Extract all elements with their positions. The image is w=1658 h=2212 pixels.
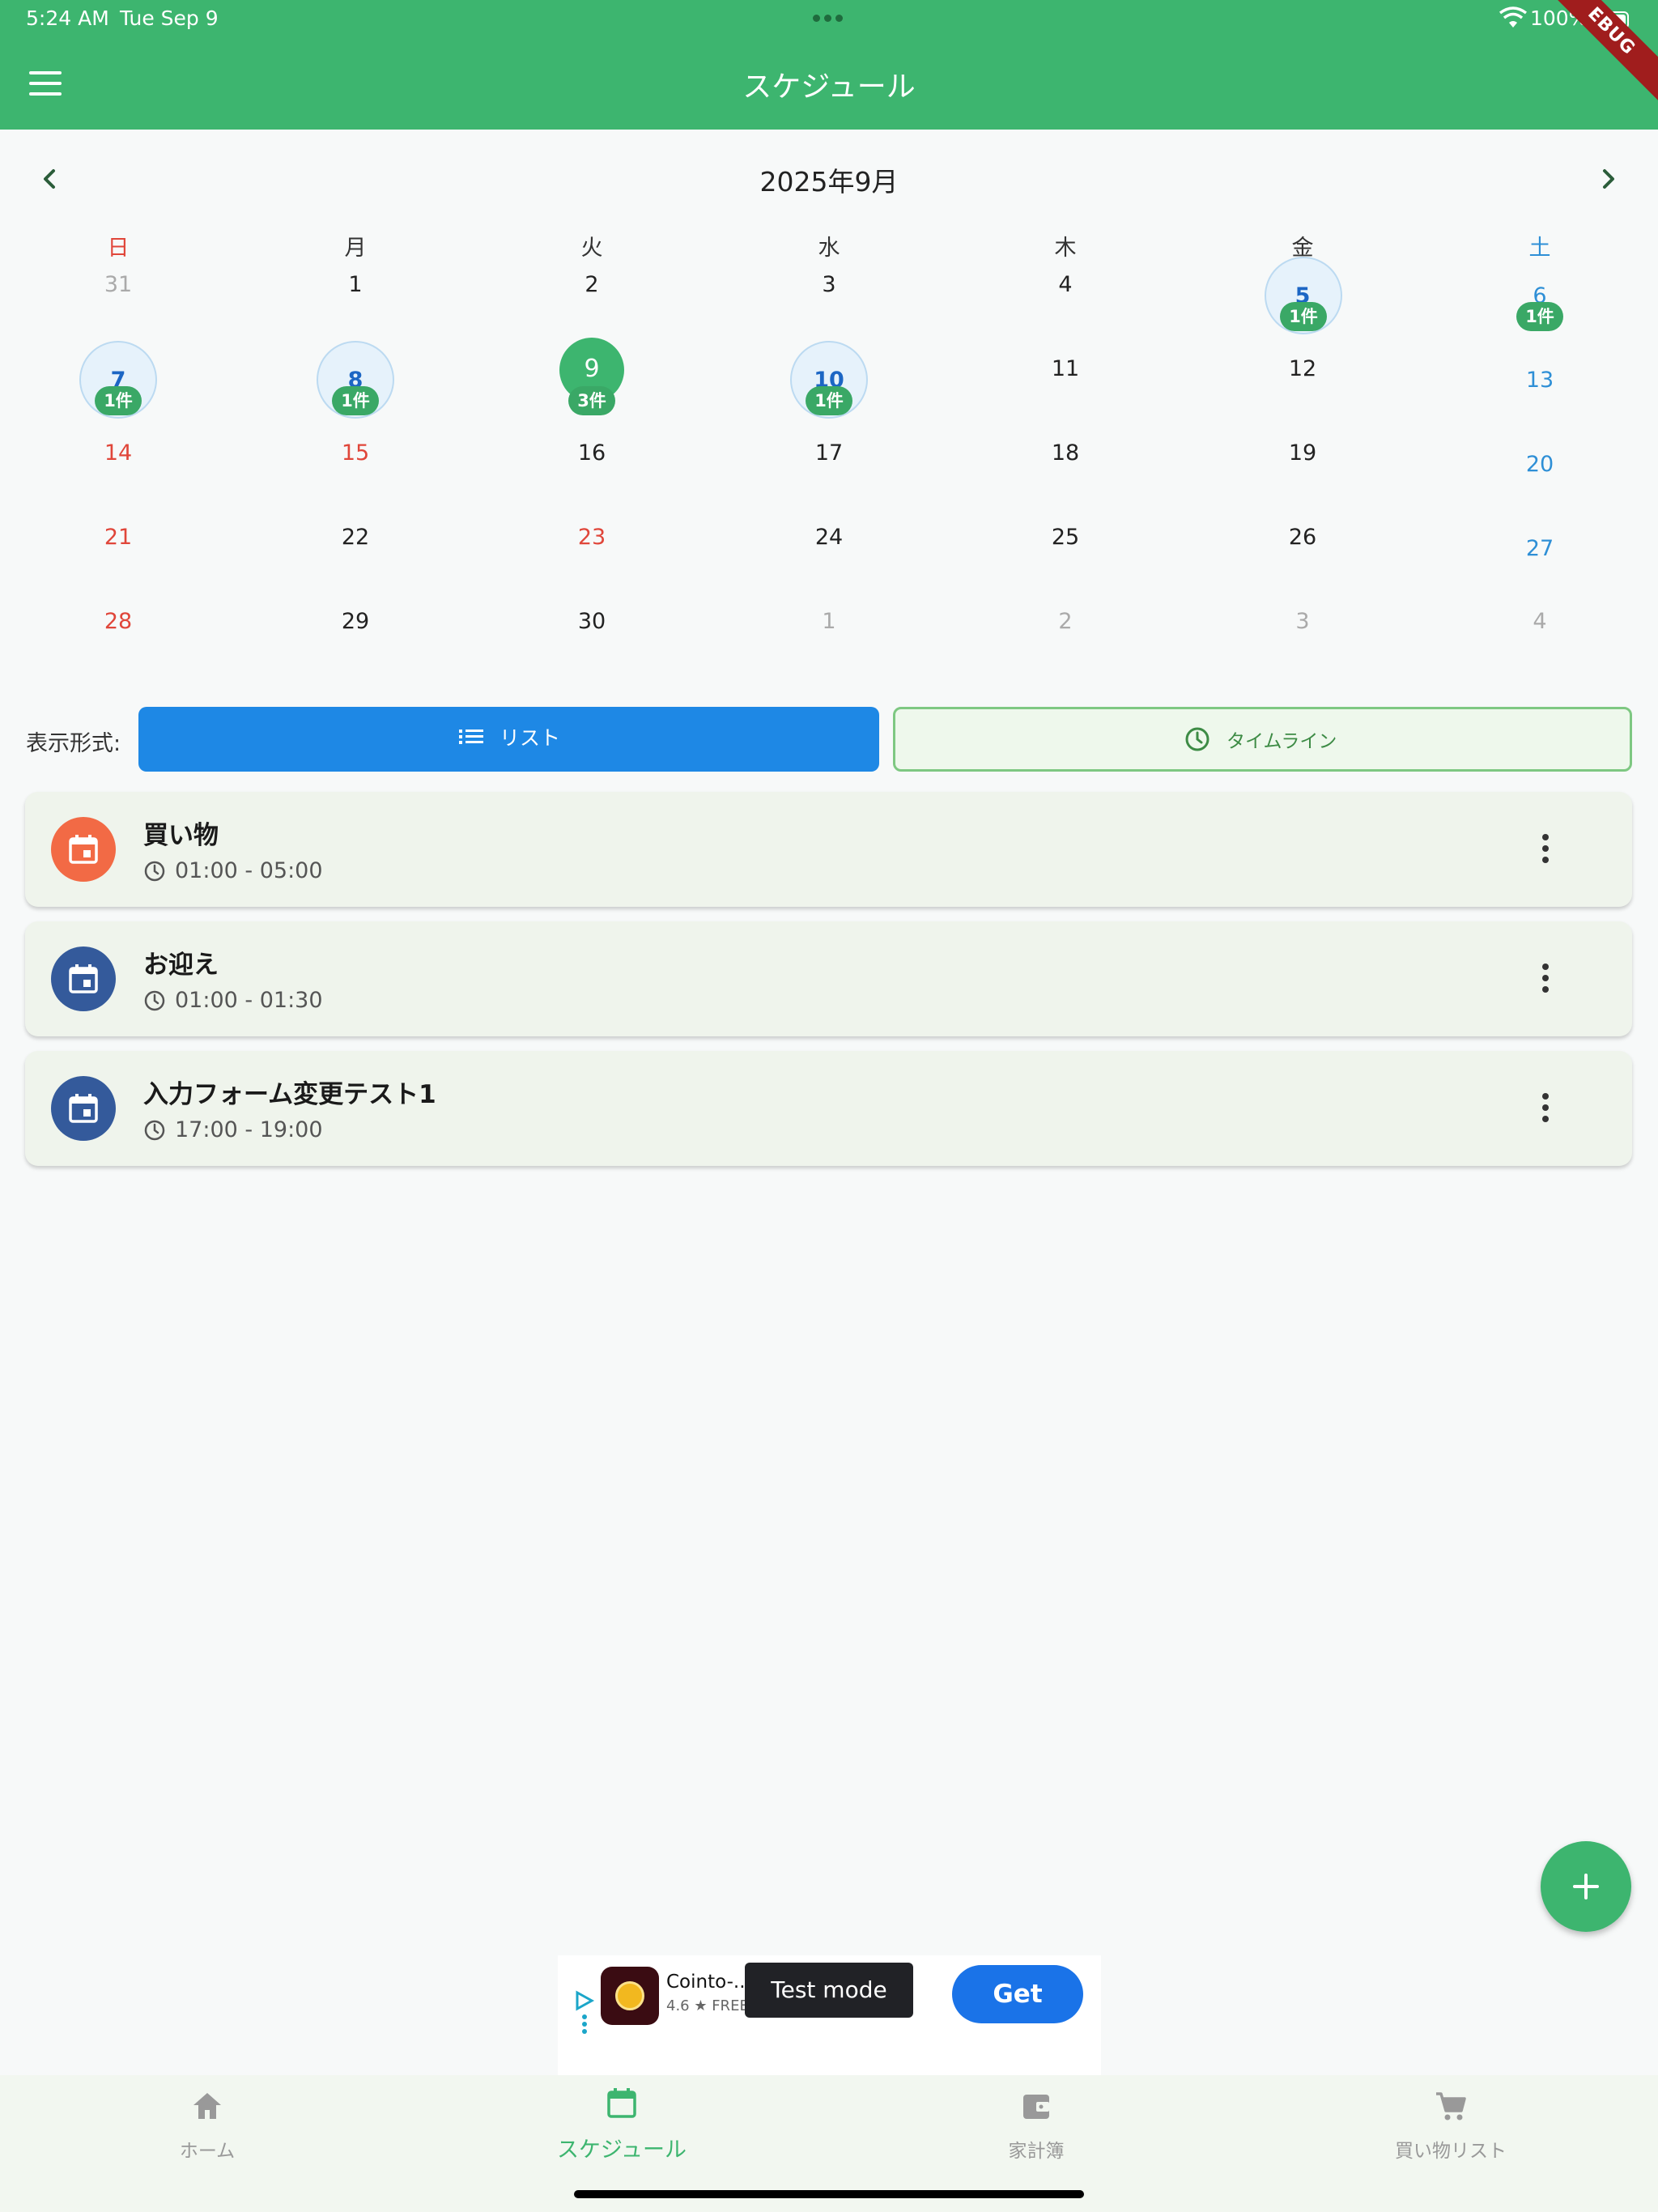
calendar-day[interactable]: 21	[70, 525, 167, 550]
calendar-day[interactable]: 30	[543, 609, 640, 634]
event-time: 01:00 - 01:30	[175, 988, 323, 1013]
calendar-day[interactable]: 20	[1491, 452, 1588, 477]
ad-test-mode-label: Test mode	[745, 1963, 913, 2018]
app-bar: 5:24 AM Tue Sep 9 100% EBUG スケジュール	[0, 0, 1658, 130]
calendar-day[interactable]: 17	[780, 440, 878, 466]
clock-icon	[144, 861, 165, 882]
more-vert-icon[interactable]	[1539, 832, 1552, 865]
ad-rating: 4.6 ★ FREE	[666, 1997, 749, 2014]
clock-icon	[144, 1120, 165, 1141]
wallet-icon	[1023, 2095, 1049, 2119]
calendar-day[interactable]: 1	[780, 609, 878, 634]
calendar-day[interactable]: 2	[543, 272, 640, 297]
ad-get-button[interactable]: Get	[952, 1965, 1083, 2023]
view-mode-label: 表示形式:	[26, 731, 121, 756]
home-icon	[193, 2093, 221, 2119]
calendar-day[interactable]: 4	[1017, 272, 1114, 297]
calendar-day[interactable]: 2	[1017, 609, 1114, 634]
weekday-sat: 土	[1528, 236, 1551, 261]
calendar-day[interactable]: 25	[1017, 525, 1114, 550]
event-title: 入力フォーム変更テスト1	[143, 1080, 436, 1109]
event-calendar-icon	[51, 817, 116, 882]
event-calendar-icon	[51, 946, 116, 1011]
calendar-day[interactable]: 1	[307, 272, 404, 297]
ad-app-icon	[601, 1967, 659, 2025]
calendar-day[interactable]: 27	[1491, 536, 1588, 561]
calendar-day[interactable]: 24	[780, 525, 878, 550]
calendar-day[interactable]: 16	[543, 440, 640, 466]
calendar-icon	[607, 2088, 636, 2118]
calendar-day[interactable]: 23	[543, 525, 640, 550]
page-title: スケジュール	[742, 70, 916, 104]
weekday-thu: 木	[1054, 236, 1077, 261]
status-date: Tue Sep 9	[120, 6, 219, 30]
calendar-month-title: 2025年9月	[759, 166, 899, 198]
nav-schedule-label: スケジュール	[556, 2138, 687, 2163]
ad-app-name: Cointo-...	[666, 1972, 751, 1993]
more-vert-icon[interactable]	[1539, 962, 1552, 994]
calendar-day[interactable]: 3	[1254, 609, 1351, 634]
plus-icon	[1573, 1874, 1599, 1899]
event-count-badge: 1件	[1280, 302, 1327, 331]
multitasking-dots-icon[interactable]	[810, 8, 848, 28]
list-icon	[459, 730, 483, 744]
nav-shopping-list[interactable]: 買い物リスト	[1244, 2075, 1658, 2172]
calendar-day-selected[interactable]: 9	[543, 355, 640, 383]
event-count-badge: 1件	[95, 386, 142, 415]
calendar-day[interactable]: 12	[1254, 356, 1351, 381]
cart-icon	[1436, 2092, 1466, 2121]
calendar-day[interactable]: 26	[1254, 525, 1351, 550]
calendar-day[interactable]: 18	[1017, 440, 1114, 466]
calendar-day[interactable]: 31	[70, 272, 167, 297]
event-calendar-icon	[51, 1076, 116, 1141]
calendar-day[interactable]: 19	[1254, 440, 1351, 466]
calendar-day[interactable]: 3	[780, 272, 878, 297]
status-time: 5:24 AM	[26, 6, 109, 30]
calendar-day[interactable]: 28	[70, 609, 167, 634]
event-card[interactable]: お迎え 01:00 - 01:30	[25, 921, 1632, 1036]
event-card[interactable]: 買い物 01:00 - 05:00	[25, 792, 1632, 907]
event-count-badge: 3件	[568, 386, 615, 415]
chevron-right-icon[interactable]	[1588, 159, 1629, 199]
event-time: 17:00 - 19:00	[175, 1117, 323, 1142]
ad-choices-icon[interactable]	[572, 1988, 597, 2036]
ad-banner[interactable]: Cointo-... 4.6 ★ FREE Test mode Get	[558, 1955, 1101, 2075]
calendar-day[interactable]: 11	[1017, 356, 1114, 381]
add-event-button[interactable]	[1541, 1841, 1631, 1932]
clock-icon	[1185, 727, 1209, 751]
timeline-view-button[interactable]: タイムライン	[893, 707, 1632, 772]
timeline-view-label: タイムライン	[1226, 731, 1337, 752]
weekday-tue: 火	[580, 236, 603, 261]
calendar-day[interactable]: 22	[307, 525, 404, 550]
nav-schedule[interactable]: スケジュール	[414, 2075, 829, 2172]
calendar-day[interactable]: 29	[307, 609, 404, 634]
event-time: 01:00 - 05:00	[175, 858, 323, 883]
nav-shopping-list-label: 買い物リスト	[1395, 2141, 1507, 2162]
wifi-icon	[1499, 6, 1527, 28]
event-title: 買い物	[143, 821, 219, 850]
nav-home[interactable]: ホーム	[0, 2075, 414, 2172]
calendar-day[interactable]: 15	[307, 440, 404, 466]
weekday-mon: 月	[344, 236, 367, 261]
more-vert-icon[interactable]	[1539, 1091, 1552, 1124]
list-view-button[interactable]: リスト	[138, 707, 879, 772]
event-card[interactable]: 入力フォーム変更テスト1 17:00 - 19:00	[25, 1051, 1632, 1166]
calendar-day[interactable]: 14	[70, 440, 167, 466]
list-view-label: リスト	[500, 726, 561, 750]
clock-icon	[144, 990, 165, 1011]
weekday-wed: 水	[818, 236, 840, 261]
calendar-day[interactable]: 13	[1491, 368, 1588, 393]
event-title: お迎え	[143, 951, 219, 980]
home-indicator	[574, 2190, 1084, 2198]
nav-household-budget-label: 家計簿	[1008, 2141, 1065, 2162]
nav-home-label: ホーム	[179, 2141, 236, 2162]
nav-household-budget[interactable]: 家計簿	[829, 2075, 1244, 2172]
event-count-badge: 1件	[1516, 302, 1563, 331]
event-count-badge: 1件	[806, 386, 852, 415]
event-count-badge: 1件	[332, 386, 379, 415]
weekday-sun: 日	[107, 236, 130, 261]
calendar-day[interactable]: 4	[1491, 609, 1588, 634]
status-bar: 5:24 AM Tue Sep 9 100%	[0, 0, 1658, 39]
